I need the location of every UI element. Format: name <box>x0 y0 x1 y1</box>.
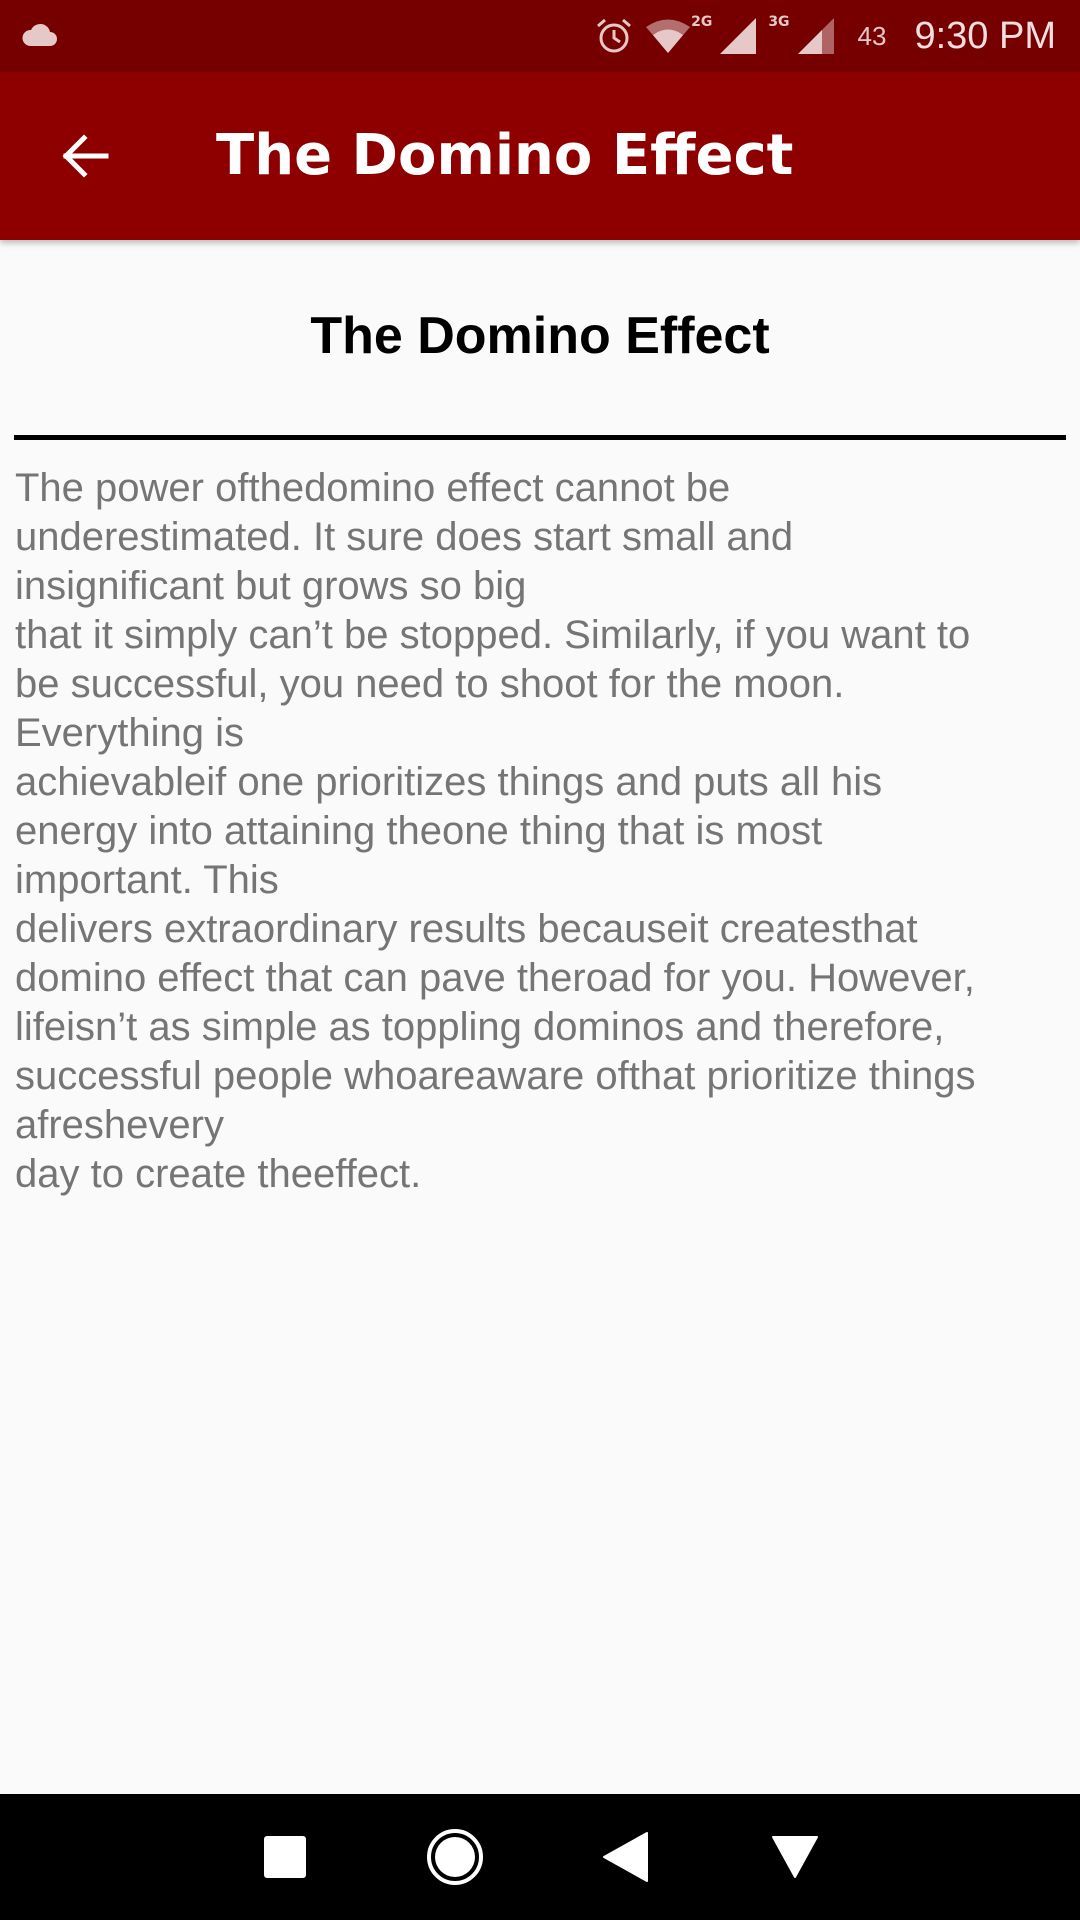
arrow-back-icon <box>62 134 109 178</box>
notification-down-icon <box>772 1836 818 1878</box>
back-nav-button[interactable] <box>575 1807 675 1907</box>
app-bar-title: The Domino Effect <box>216 123 794 188</box>
home-circle-icon <box>427 1829 483 1885</box>
article-title: The Domino Effect <box>310 307 770 365</box>
back-button[interactable] <box>36 108 132 204</box>
network-3g-label: 3G <box>768 14 790 30</box>
alarm-icon <box>597 18 632 53</box>
back-triangle-icon <box>603 1832 648 1882</box>
status-icons: 2G 3G 43 9:30 PM <box>583 0 1056 72</box>
navigation-bar <box>0 1794 1080 1920</box>
wifi-icon <box>646 19 691 53</box>
screen: 2G 3G 43 9:30 PM The Domino Effect The D… <box>0 0 1080 1920</box>
battery-level: 43 <box>857 20 887 51</box>
article-body: The power ofthedomino effect cannot be u… <box>15 466 976 1196</box>
title-divider <box>14 435 1066 440</box>
notification-button[interactable] <box>745 1807 845 1907</box>
app-bar: The Domino Effect <box>0 72 1080 240</box>
home-button[interactable] <box>405 1807 505 1907</box>
network-2g-label: 2G <box>691 14 713 30</box>
recents-button[interactable] <box>235 1807 335 1907</box>
status-time: 9:30 PM <box>914 14 1056 57</box>
article-content: The Domino Effect The power ofthedomino … <box>0 240 1080 1196</box>
signal-3g-icon <box>797 18 834 54</box>
signal-2g-icon <box>720 18 757 54</box>
status-bar: 2G 3G 43 9:30 PM <box>0 0 1080 72</box>
cloud-icon <box>22 23 57 46</box>
recents-square-icon <box>264 1836 306 1878</box>
